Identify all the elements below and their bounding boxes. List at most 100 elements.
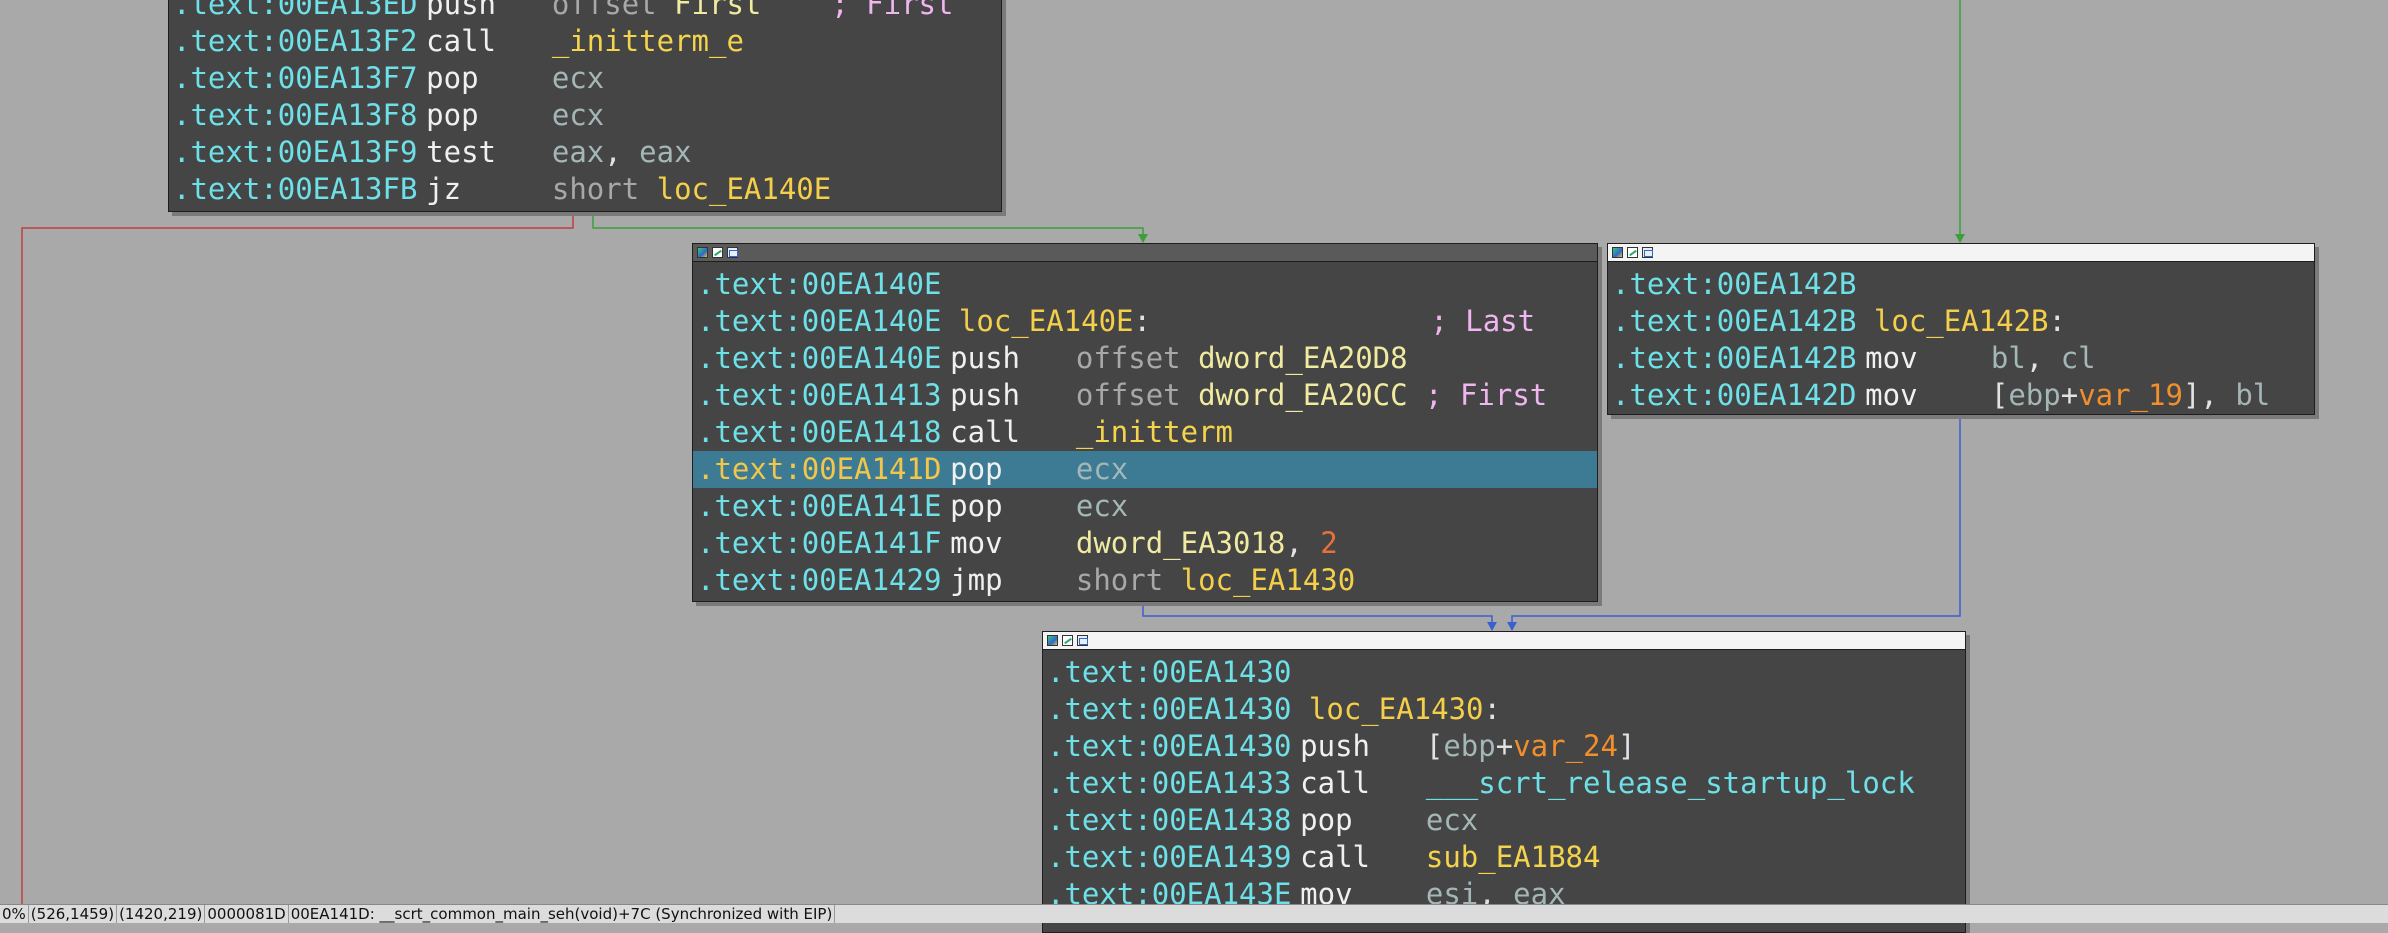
address[interactable]: .text:00EA141F <box>697 526 941 560</box>
address[interactable]: .text:00EA1430 <box>1047 655 1291 689</box>
address[interactable]: .text:00EA140E <box>697 341 941 375</box>
mnemonic[interactable]: mov <box>1856 340 1990 377</box>
disasm-line[interactable]: .text:00EA13FB jz short loc_EA140E <box>169 171 1001 208</box>
disasm-line[interactable]: .text:00EA1430 push [ebp+var_24] <box>1043 728 1965 765</box>
operand-reg[interactable]: ecx <box>1076 489 1128 523</box>
operand-sym[interactable]: dword_EA20CC <box>1198 378 1408 412</box>
mnemonic[interactable]: pop <box>417 97 551 134</box>
operand-lbl[interactable]: loc_EA140E <box>959 304 1134 338</box>
operand-reg[interactable]: ecx <box>552 61 604 95</box>
address[interactable]: .text:00EA1430 <box>1047 729 1291 763</box>
edit-node-icon[interactable] <box>1062 635 1073 646</box>
operand-fn[interactable]: _initterm <box>1076 415 1233 449</box>
operand-reg[interactable]: ebp <box>1443 729 1495 763</box>
mnemonic[interactable]: mov <box>941 525 1075 562</box>
node-text-icon[interactable] <box>1077 635 1088 646</box>
address[interactable]: .text:00EA1439 <box>1047 840 1291 874</box>
address[interactable]: .text:00EA142B <box>1612 341 1856 375</box>
disasm-line[interactable]: .text:00EA1439 call sub_EA1B84 <box>1043 839 1965 876</box>
address[interactable]: .text:00EA142B <box>1612 267 1856 301</box>
mnemonic[interactable]: jmp <box>941 562 1075 599</box>
operand-num[interactable]: 2 <box>1320 526 1337 560</box>
mnemonic[interactable]: push <box>417 0 551 23</box>
edit-node-icon[interactable] <box>1627 247 1638 258</box>
code-block-loc-ea140e[interactable]: .text:00EA140E .text:00EA140E loc_EA140E:… <box>692 243 1598 602</box>
graph-color-icon[interactable] <box>697 247 708 258</box>
disasm-line[interactable]: .text:00EA1433 call ___scrt_release_startu… <box>1043 765 1965 802</box>
mnemonic[interactable]: pop <box>417 60 551 97</box>
edit-node-icon[interactable] <box>712 247 723 258</box>
disasm-line[interactable]: .text:00EA13ED push offset First ; First <box>169 0 1001 23</box>
operand-lbl[interactable]: loc_EA1430 <box>1309 692 1484 726</box>
mnemonic[interactable]: push <box>941 377 1075 414</box>
operand-reg[interactable]: eax <box>639 135 691 169</box>
address[interactable]: .text:00EA142D <box>1612 378 1856 412</box>
disasm-line[interactable]: .text:00EA141D pop ecx <box>693 451 1597 488</box>
operand-reg[interactable]: eax <box>552 135 604 169</box>
mnemonic[interactable]: push <box>941 340 1075 377</box>
address[interactable]: .text:00EA13F8 <box>173 98 417 132</box>
disasm-line[interactable]: .text:00EA140E <box>693 266 1597 303</box>
code-block-loc-ea1430[interactable]: .text:00EA1430 .text:00EA1430 loc_EA1430:… <box>1042 631 1966 933</box>
block-titlebar[interactable] <box>1608 244 2314 262</box>
address[interactable]: .text:00EA140E <box>697 267 941 301</box>
address[interactable]: .text:00EA1430 <box>1047 692 1291 726</box>
address[interactable]: .text:00EA13ED <box>173 0 417 21</box>
disasm-line[interactable]: .text:00EA140E push offset dword_EA20D8 <box>693 340 1597 377</box>
disasm-line[interactable]: .text:00EA1438 pop ecx <box>1043 802 1965 839</box>
address[interactable]: .text:00EA1429 <box>697 563 941 597</box>
address[interactable]: .text:00EA1438 <box>1047 803 1291 837</box>
operand-lbl[interactable]: loc_EA142B <box>1874 304 2049 338</box>
node-text-icon[interactable] <box>1642 247 1653 258</box>
mnemonic[interactable]: pop <box>1291 802 1425 839</box>
operand-reg[interactable]: cl <box>2061 341 2096 375</box>
disasm-line[interactable]: .text:00EA13F8 pop ecx <box>169 97 1001 134</box>
mnemonic[interactable]: call <box>941 414 1075 451</box>
mnemonic[interactable]: pop <box>941 451 1075 488</box>
address[interactable]: .text:00EA141E <box>697 489 941 523</box>
operand-fn[interactable]: sub_EA1B84 <box>1426 840 1601 874</box>
operand-lbl[interactable]: loc_EA140E <box>657 172 832 206</box>
operand-reg[interactable]: ecx <box>1076 452 1128 486</box>
operand-reg[interactable]: ecx <box>552 98 604 132</box>
block-titlebar[interactable] <box>693 244 1597 262</box>
block-titlebar[interactable] <box>1043 632 1965 650</box>
code-block-initterm-e[interactable]: .text:00EA13ED push offset First ; First .t… <box>168 0 1002 212</box>
operand-sym[interactable]: dword_EA20D8 <box>1198 341 1408 375</box>
address[interactable]: .text:00EA13FB <box>173 172 417 206</box>
operand-var[interactable]: var_24 <box>1513 729 1618 763</box>
disasm-line[interactable]: .text:00EA1430 loc_EA1430: <box>1043 691 1965 728</box>
address[interactable]: .text:00EA1418 <box>697 415 941 449</box>
mnemonic[interactable]: mov <box>1856 377 1990 414</box>
operand-reg[interactable]: ecx <box>1426 803 1478 837</box>
disasm-line[interactable]: .text:00EA1413 push offset dword_EA20CC ; … <box>693 377 1597 414</box>
disasm-line[interactable]: .text:00EA142B loc_EA142B: <box>1608 303 2314 340</box>
mnemonic[interactable]: call <box>1291 839 1425 876</box>
operand-sym[interactable]: First <box>674 0 761 21</box>
address[interactable]: .text:00EA13F9 <box>173 135 417 169</box>
disasm-line[interactable]: .text:00EA13F7 pop ecx <box>169 60 1001 97</box>
disasm-line[interactable]: .text:00EA142B <box>1608 266 2314 303</box>
disasm-line[interactable]: .text:00EA1418 call _initterm <box>693 414 1597 451</box>
address[interactable]: .text:00EA142B <box>1612 304 1856 338</box>
mnemonic[interactable]: jz <box>417 171 551 208</box>
operand-var[interactable]: var_19 <box>2078 378 2183 412</box>
address[interactable]: .text:00EA13F2 <box>173 24 417 58</box>
mnemonic[interactable]: test <box>417 134 551 171</box>
disasm-line[interactable]: .text:00EA142D mov [ebp+var_19], bl <box>1608 377 2314 414</box>
address[interactable]: .text:00EA13F7 <box>173 61 417 95</box>
code-block-loc-ea142b[interactable]: .text:00EA142B .text:00EA142B loc_EA142B:… <box>1607 243 2315 415</box>
disasm-line[interactable]: .text:00EA140E loc_EA140E: ; Last <box>693 303 1597 340</box>
operand-sym[interactable]: dword_EA3018 <box>1076 526 1286 560</box>
disasm-line[interactable]: .text:00EA13F9 test eax, eax <box>169 134 1001 171</box>
address[interactable]: .text:00EA140E <box>697 304 941 338</box>
operand-lbl[interactable]: loc_EA1430 <box>1181 563 1356 597</box>
graph-color-icon[interactable] <box>1047 635 1058 646</box>
address[interactable]: .text:00EA141D <box>697 452 941 486</box>
node-text-icon[interactable] <box>727 247 738 258</box>
graph-color-icon[interactable] <box>1612 247 1623 258</box>
mnemonic[interactable]: push <box>1291 728 1425 765</box>
operand-imp[interactable]: ___scrt_release_startup_lock <box>1426 766 1915 800</box>
disasm-line[interactable]: .text:00EA141E pop ecx <box>693 488 1597 525</box>
disasm-line[interactable]: .text:00EA13F2 call _initterm_e <box>169 23 1001 60</box>
